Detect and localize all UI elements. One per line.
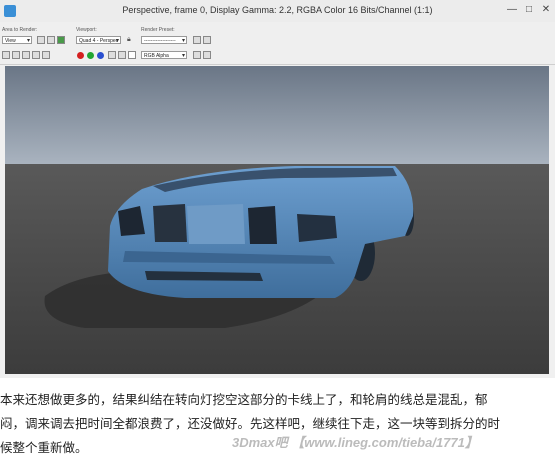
viewport-label: Viewport:: [76, 27, 97, 33]
region-select-icon[interactable]: [57, 36, 65, 44]
toggle-ui-icon[interactable]: [193, 51, 201, 59]
render-toolbar: Area to Render: View Viewport: Quad 4 - …: [0, 22, 555, 65]
maximize-button[interactable]: □: [522, 4, 536, 16]
window-title: Perspective, frame 0, Display Gamma: 2.2…: [122, 5, 433, 15]
lock-icon[interactable]: 🔒︎: [127, 36, 131, 44]
render-viewport: [5, 66, 549, 374]
environment-icon[interactable]: [203, 36, 211, 44]
grille-center: [187, 204, 245, 244]
area-to-render-select[interactable]: View: [2, 36, 32, 44]
render-setup-icon[interactable]: [193, 36, 201, 44]
rendered-car-image: [5, 66, 549, 374]
toggle-overlay-icon[interactable]: [203, 51, 211, 59]
minimize-button[interactable]: —: [505, 4, 519, 16]
red-channel-icon[interactable]: [77, 52, 84, 59]
caption-line-1: 本来还想做更多的，结果纠结在转向灯挖空这部分的卡线上了，和轮肩的线总是混乱，郁: [0, 392, 488, 407]
edit-region-icon[interactable]: [37, 36, 45, 44]
right-headlight-cavity: [248, 206, 277, 244]
render-preset-label: Render Preset:: [141, 27, 175, 33]
copy-image-icon[interactable]: [12, 51, 20, 59]
render-frame-window: Perspective, frame 0, Display Gamma: 2.2…: [0, 0, 555, 378]
title-bar: Perspective, frame 0, Display Gamma: 2.2…: [0, 0, 555, 23]
clone-frame-icon[interactable]: [22, 51, 30, 59]
sky-backdrop: [5, 66, 549, 164]
close-button[interactable]: ✕: [539, 4, 553, 16]
viewport-select[interactable]: Quad 4 - Perspec: [76, 36, 121, 44]
mono-icon[interactable]: [118, 51, 126, 59]
area-to-render-label: Area to Render:: [2, 27, 38, 33]
auto-region-icon[interactable]: [47, 36, 55, 44]
alpha-channel-icon[interactable]: [108, 51, 116, 59]
watermark: 3Dmax吧 【www.lineg.com/tieba/1771】: [232, 435, 478, 450]
right-turn-signal-cavity: [297, 214, 337, 242]
blue-channel-icon[interactable]: [97, 52, 104, 59]
clear-image-icon[interactable]: [42, 51, 50, 59]
green-channel-icon[interactable]: [87, 52, 94, 59]
save-image-icon[interactable]: [2, 51, 10, 59]
print-image-icon[interactable]: [32, 51, 40, 59]
grille-left: [153, 204, 187, 242]
swatch-icon[interactable]: [128, 51, 136, 59]
render-preset-select[interactable]: -------------------: [141, 36, 187, 44]
channel-display-select[interactable]: RGB Alpha: [141, 51, 187, 59]
